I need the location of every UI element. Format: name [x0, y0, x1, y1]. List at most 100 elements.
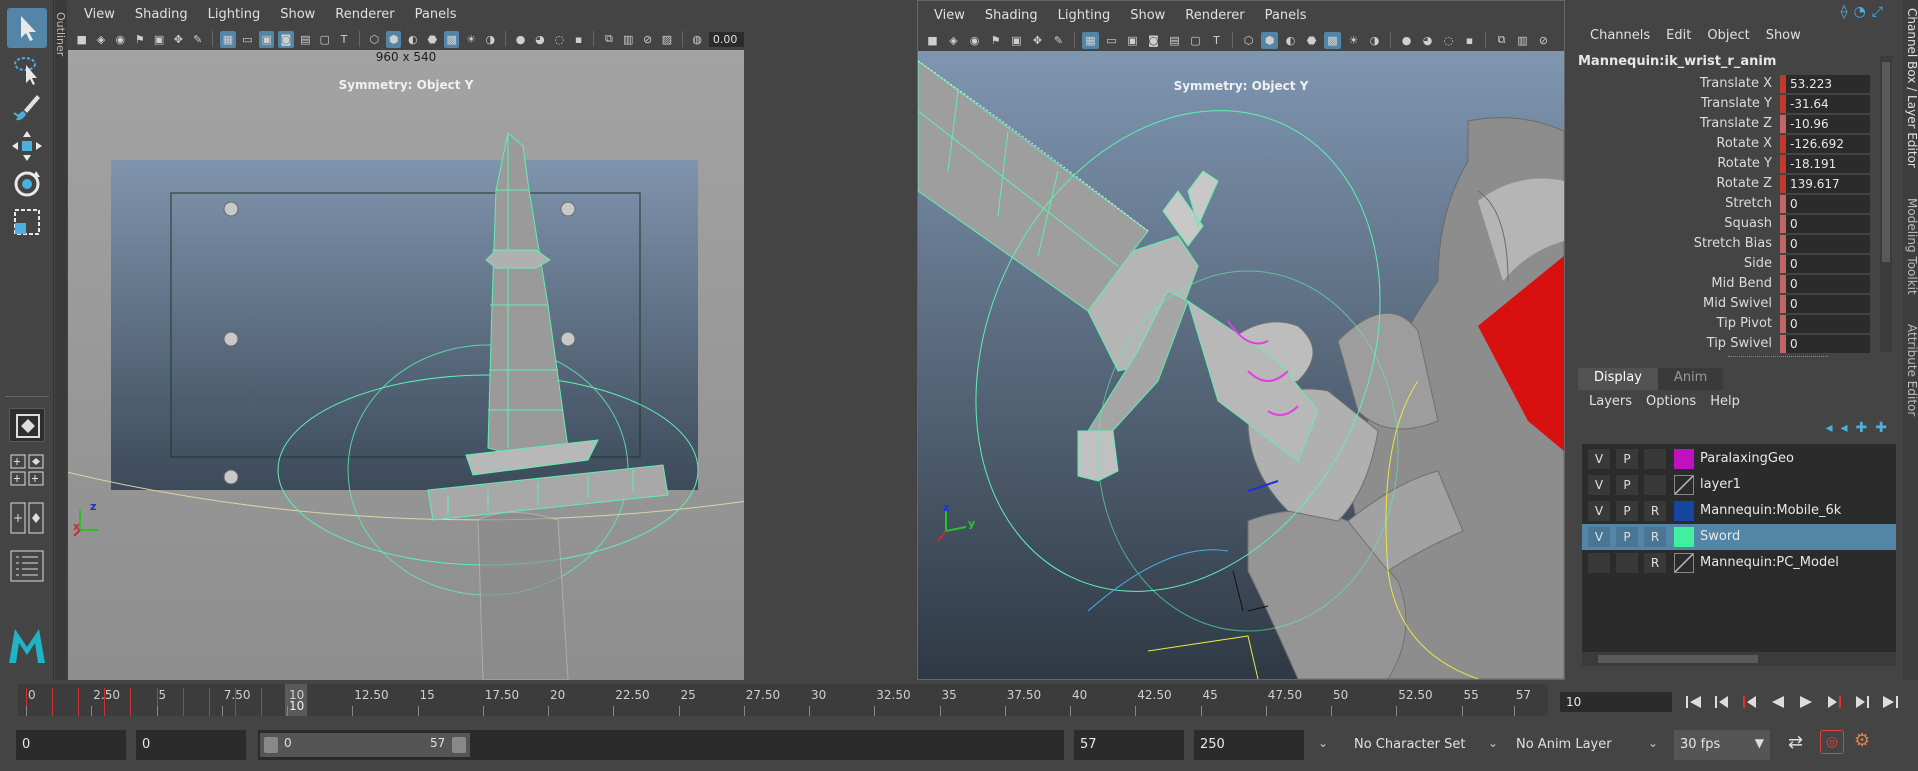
default-material-icon[interactable]: ◐ [1282, 32, 1299, 49]
new-layer-selected-icon[interactable]: ✚ [1875, 420, 1887, 436]
screen-space-ao-icon[interactable]: ● [513, 31, 528, 48]
attribute-icon[interactable]: ◔ [1854, 4, 1866, 20]
layer-row[interactable]: V P ParalaxingGeo [1582, 446, 1896, 472]
attribute-row[interactable]: Tip Pivot 0 [1578, 314, 1878, 334]
attribute-value-field[interactable]: 0 [1786, 335, 1870, 353]
character-set-menu-icon[interactable]: ⌄ [1488, 736, 1498, 750]
play-backwards-icon[interactable] [1766, 692, 1790, 712]
use-all-lights-icon[interactable]: ☀ [1345, 32, 1362, 49]
go-to-start-icon[interactable] [1682, 692, 1706, 712]
smooth-shade-icon[interactable]: ⬢ [385, 30, 402, 48]
wireframe-icon[interactable]: ⬡ [1240, 32, 1257, 49]
play-forwards-icon[interactable] [1794, 692, 1818, 712]
attribute-row[interactable]: Side 0 [1578, 254, 1878, 274]
two-view-layout-icon[interactable] [9, 500, 45, 536]
menu-panels[interactable]: Panels [1255, 8, 1317, 23]
character-set-arrow-icon[interactable]: ⌄ [1318, 736, 1328, 750]
film-gate-icon[interactable]: ▭ [240, 31, 255, 48]
xray-icon[interactable]: ▥ [621, 31, 636, 48]
menu-view[interactable]: View [74, 7, 125, 22]
fps-dropdown[interactable]: 30 fps ▼ [1674, 730, 1770, 760]
side-tab-attribute-editor[interactable]: Attribute Editor [1905, 324, 1918, 416]
motion-blur-icon[interactable]: ◕ [1419, 32, 1436, 49]
wireframe-on-shaded-icon[interactable]: ⬣ [1303, 32, 1320, 49]
four-view-layout-icon[interactable] [9, 452, 45, 488]
attribute-row[interactable]: Rotate X -126.692 [1578, 134, 1878, 154]
camera-attributes-icon[interactable]: ◉ [966, 32, 983, 49]
attribute-value-field[interactable]: -18.191 [1786, 155, 1870, 173]
attribute-value-field[interactable]: 0 [1786, 215, 1870, 233]
layer-reference-toggle[interactable]: R [1644, 501, 1666, 521]
attribute-value-field[interactable]: 139.617 [1786, 175, 1870, 193]
camera-attributes-icon[interactable]: ◉ [113, 31, 128, 48]
shadows-icon[interactable]: ◑ [1366, 32, 1383, 49]
layer-row[interactable]: V P R Sword [1582, 524, 1896, 550]
menu-shading[interactable]: Shading [975, 8, 1048, 23]
anim-layer-menu-icon[interactable]: ⌄ [1648, 736, 1658, 750]
outliner-layout-icon[interactable] [9, 548, 45, 584]
attribute-row[interactable]: Mid Swivel 0 [1578, 294, 1878, 314]
menu-show[interactable]: Show [1120, 8, 1175, 23]
step-forward-key-icon[interactable] [1850, 692, 1874, 712]
viewport-right-canvas[interactable]: Symmetry: Object Y y z [918, 51, 1564, 679]
gate-mask-icon[interactable]: ◙ [1145, 32, 1162, 49]
field-chart-icon[interactable]: ▤ [298, 31, 313, 48]
layer-reference-toggle[interactable]: R [1644, 553, 1666, 573]
safe-title-icon[interactable]: T [1208, 32, 1225, 49]
layer-row[interactable]: R Mannequin:PC_Model [1582, 550, 1896, 576]
camera-icon[interactable]: ■ [74, 31, 89, 48]
menu-object[interactable]: Object [1699, 28, 1757, 50]
attribute-row[interactable]: Stretch Bias 0 [1578, 234, 1878, 254]
single-perspective-layout-icon[interactable] [9, 408, 45, 442]
animation-preferences-icon[interactable]: ⚙ [1854, 730, 1870, 751]
layer-playback-toggle[interactable]: P [1616, 527, 1638, 547]
menu-help[interactable]: Help [1703, 394, 1747, 409]
animation-end-field[interactable]: 250 [1194, 730, 1304, 760]
attribute-row[interactable]: Squash 0 [1578, 214, 1878, 234]
menu-layers[interactable]: Layers [1582, 394, 1639, 409]
step-forward-frame-icon[interactable] [1822, 692, 1846, 712]
go-to-end-icon[interactable] [1878, 692, 1902, 712]
layer-visibility-toggle[interactable]: V [1588, 449, 1610, 469]
attribute-value-field[interactable]: -10.96 [1786, 115, 1870, 133]
current-frame-field[interactable]: 10 [1560, 692, 1672, 712]
menu-shading[interactable]: Shading [125, 7, 198, 22]
layer-reference-toggle[interactable]: R [1644, 527, 1666, 547]
layer-reference-toggle[interactable] [1644, 449, 1666, 469]
attribute-row[interactable]: Rotate Z 139.617 [1578, 174, 1878, 194]
use-all-lights-icon[interactable]: ☀ [463, 31, 478, 48]
tab-display[interactable]: Display [1578, 368, 1658, 390]
attribute-row[interactable]: Stretch 0 [1578, 194, 1878, 214]
range-start-grip[interactable] [264, 737, 278, 753]
move-layer-up-icon[interactable]: ◂ [1825, 420, 1832, 436]
menu-show[interactable]: Show [1758, 28, 1809, 50]
character-set-dropdown[interactable]: No Character Set [1354, 730, 1484, 760]
anti-aliasing-icon[interactable]: ◌ [552, 31, 567, 48]
gate-mask-icon[interactable]: ◙ [278, 30, 294, 48]
attribute-value-field[interactable]: -31.64 [1786, 95, 1870, 113]
move-layer-down-icon[interactable]: ◂ [1841, 420, 1848, 436]
image-plane-icon[interactable]: ▣ [151, 31, 166, 48]
attribute-value-field[interactable]: -126.692 [1786, 135, 1870, 153]
layer-row[interactable]: V Player1 [1582, 472, 1896, 498]
auto-key-icon[interactable]: ◎ [1820, 730, 1844, 754]
animation-start-field[interactable]: 0 [16, 730, 126, 760]
xray-joints-icon[interactable]: ⊘ [1535, 32, 1552, 49]
viewport-left-canvas[interactable]: 960 x 540 Symmetry: Object Y x z [68, 50, 744, 680]
time-slider-track[interactable]: 10 0 2.50 5 7.50 10 12.50 15 17.50 20 22.50 25 27.5… [18, 684, 1548, 716]
attribute-value-field[interactable]: 0 [1786, 295, 1870, 313]
layer-color-swatch[interactable] [1674, 553, 1694, 573]
layer-color-swatch[interactable] [1674, 475, 1694, 495]
exposure-icon[interactable]: ◍ [690, 31, 705, 48]
motion-blur-icon[interactable]: ◕ [532, 31, 547, 48]
depth-of-field-icon[interactable]: ▪ [1461, 32, 1478, 49]
layer-reference-toggle[interactable] [1644, 475, 1666, 495]
menu-lighting[interactable]: Lighting [198, 7, 271, 22]
attribute-row[interactable]: Translate Y -31.64 [1578, 94, 1878, 114]
attribute-value-field[interactable]: 0 [1786, 275, 1870, 293]
resolution-gate-icon[interactable]: ▣ [1124, 32, 1141, 49]
rotate-tool-icon[interactable] [7, 164, 47, 204]
attribute-value-field[interactable]: 0 [1786, 315, 1870, 333]
step-back-frame-icon[interactable] [1738, 692, 1762, 712]
2d-pan-zoom-icon[interactable]: ✥ [1029, 32, 1046, 49]
